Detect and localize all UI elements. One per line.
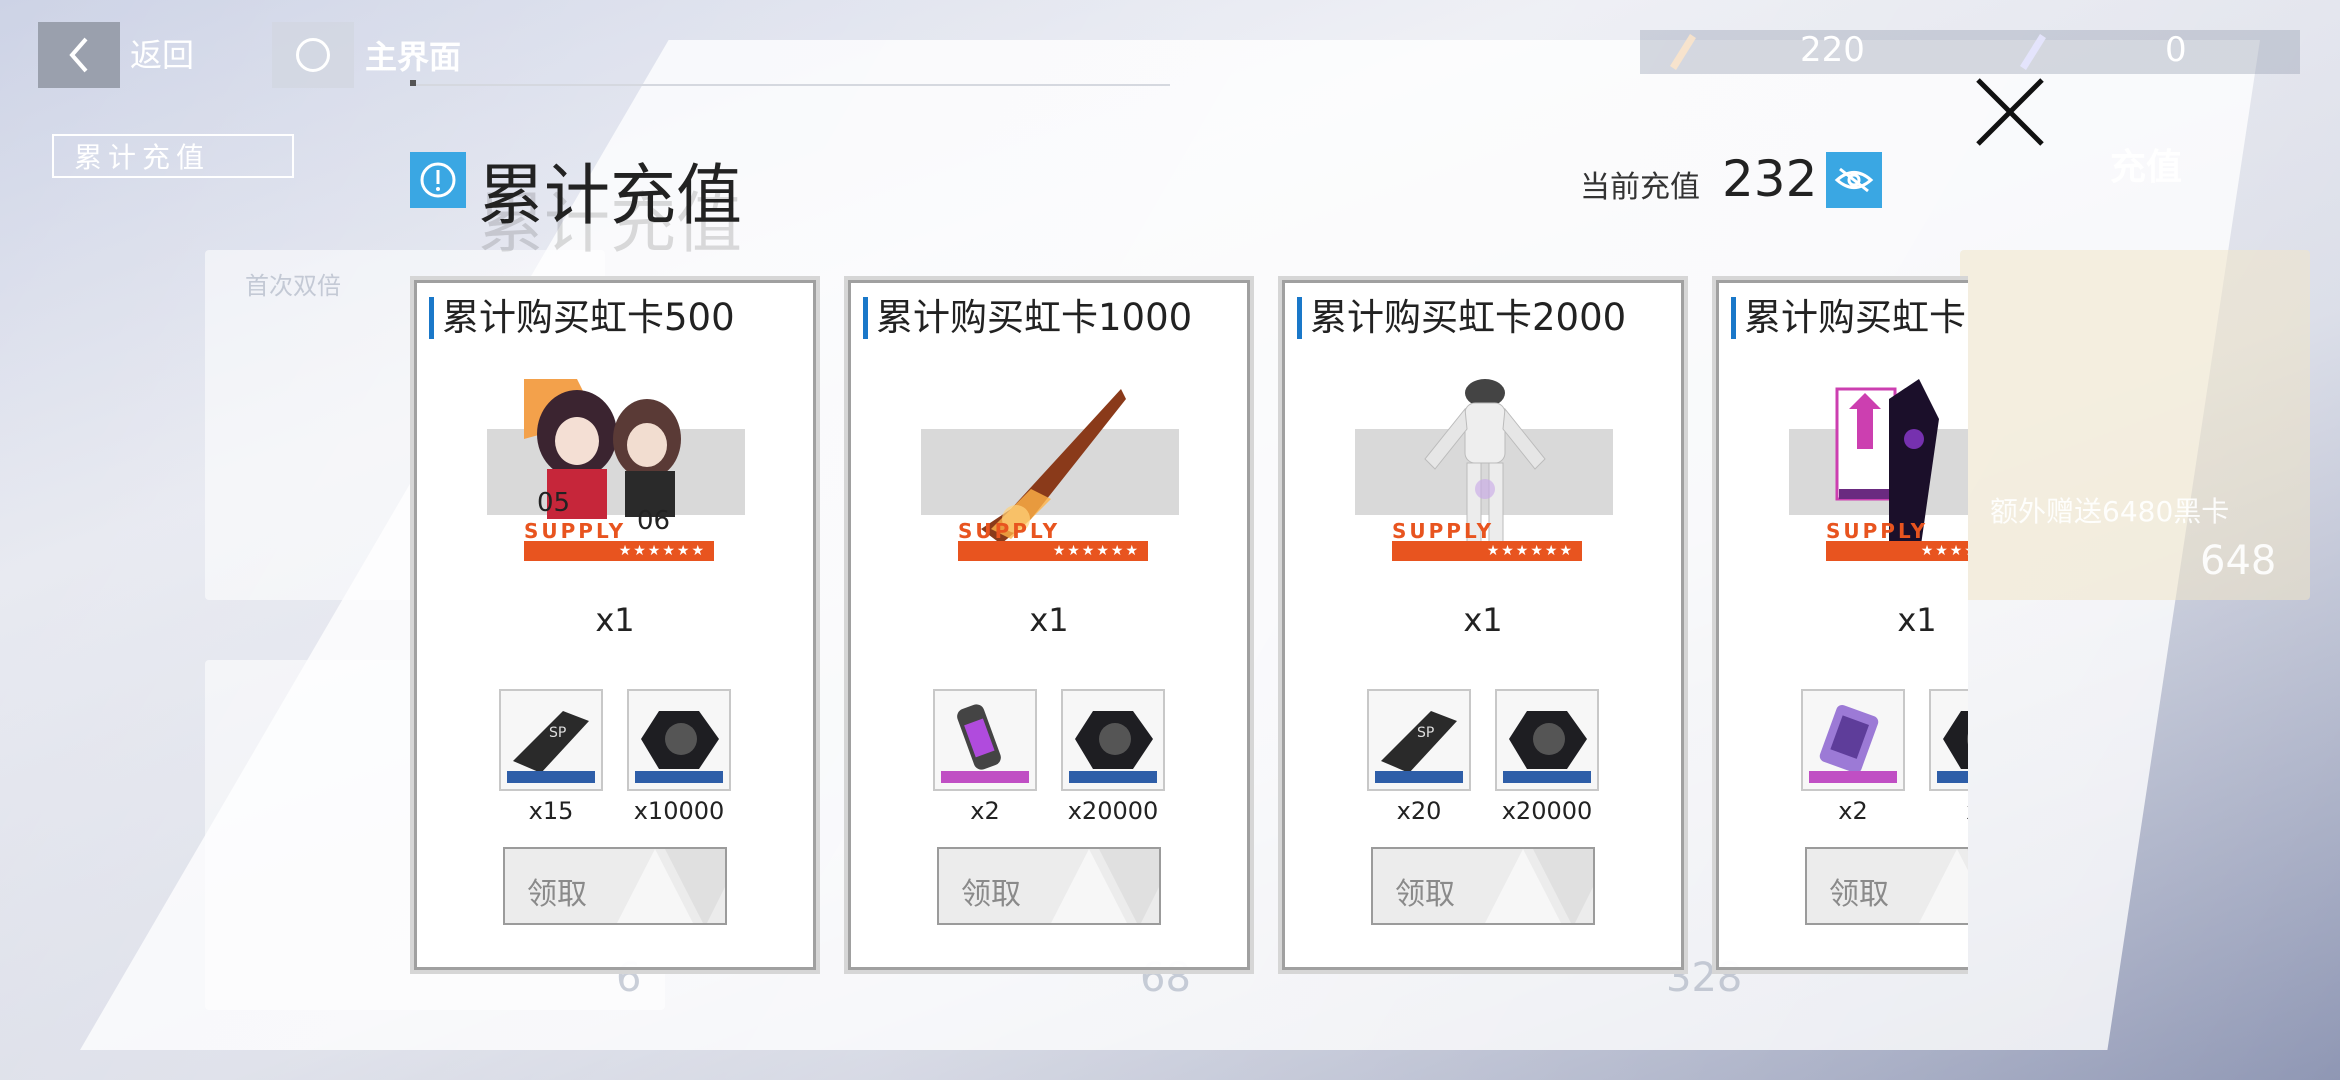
main-reward-image[interactable]: SUPPLY ★★★★★★ (921, 379, 1179, 561)
purple-capsule-icon (933, 689, 1037, 791)
main-reward-image[interactable]: SUPPLY ★★★★★★ (1355, 379, 1613, 561)
sub-reward[interactable]: SP x15 (499, 689, 603, 825)
home-button[interactable] (272, 22, 354, 88)
rarity-strip (941, 771, 1029, 783)
gear-nut-icon (1495, 689, 1599, 791)
card-title: 累计购买虹卡2000 (1297, 297, 1626, 339)
back-button[interactable] (38, 22, 120, 88)
bg-ghost-text-1: 首次双倍 (245, 272, 341, 300)
rarity-stars: ★★★★★★ (1826, 541, 1968, 561)
sub-reward[interactable]: x2 (1801, 689, 1905, 825)
sub-reward-qty: x20000 (1067, 797, 1159, 825)
card-title: 累计购买虹卡500 (429, 297, 735, 339)
claim-button[interactable]: 领取 (503, 847, 727, 925)
main-reward-qty: x1 (595, 601, 635, 639)
chevron-left-icon (69, 37, 88, 73)
claim-label: 领取 (1395, 877, 1455, 912)
claim-label: 领取 (961, 877, 1021, 912)
rarity-stars: ★★★★★★ (1392, 541, 1582, 561)
reward-card: 累计购买虹卡2000 SUPPLY ★★★★★★ x1 SP x20 x2000… (1278, 276, 1688, 974)
black-card-icon (2020, 34, 2046, 70)
claim-button[interactable]: 领取 (1371, 847, 1595, 925)
rarity-stars: ★★★★★★ (958, 541, 1148, 561)
sub-reward-qty: x2 (1929, 797, 1968, 825)
sub-reward-qty: x15 (528, 797, 574, 825)
card-title: 累计购买虹卡3 (1731, 297, 1968, 339)
current-recharge-label: 当前充值 (1580, 170, 1700, 205)
main-reward-image[interactable]: SUPPLY ★★★★★★ (1789, 379, 1968, 561)
supply-label: SUPPLY (958, 519, 1061, 543)
svg-text:05: 05 (537, 488, 570, 518)
rarity-stars: ★★★★★★ (524, 541, 714, 561)
sub-reward-qty: x2 (970, 797, 1000, 825)
main-reward-qty: x1 (1463, 601, 1503, 639)
svg-text:SP: SP (549, 725, 566, 741)
rarity-strip (635, 771, 723, 783)
side-tab-cumulative-recharge[interactable]: 累计充值 (52, 134, 294, 178)
sub-reward[interactable]: x10000 (627, 689, 731, 825)
rarity-strip (1937, 771, 1968, 783)
bg-ghost-num-1: 648 (2200, 538, 2277, 584)
supply-label: SUPPLY (524, 519, 627, 543)
reward-card-list[interactable]: 累计购买虹卡500 05 06 SUPPLY ★★★★★★ x1 SP x15 … (408, 276, 1968, 976)
page-title: 累计充值 (478, 157, 742, 234)
reward-card: 累计购买虹卡500 05 06 SUPPLY ★★★★★★ x1 SP x15 … (410, 276, 820, 974)
rarity-strip (1503, 771, 1591, 783)
svg-text:06: 06 (637, 506, 670, 536)
eye-off-icon (1834, 167, 1874, 193)
main-reward-qty: x1 (1897, 601, 1937, 639)
rainbow-card-icon (1670, 34, 1696, 70)
claim-button[interactable]: 领取 (1805, 847, 1968, 925)
sub-reward[interactable]: x20000 (1495, 689, 1599, 825)
currency-1-value: 220 (1800, 30, 1865, 70)
recharge-tab[interactable]: 充值 (2110, 138, 2182, 190)
progress-track (410, 84, 1170, 86)
home-label[interactable]: 主界面 (365, 32, 461, 78)
reward-card: 累计购买虹卡1000 SUPPLY ★★★★★★ x1 x2 x20000 领取 (844, 276, 1254, 974)
main-reward-image[interactable]: 05 06 SUPPLY ★★★★★★ (487, 379, 745, 561)
current-recharge-value: 232 (1722, 150, 1818, 208)
main-reward-qty: x1 (1029, 601, 1069, 639)
hide-toggle-button[interactable] (1826, 152, 1882, 208)
claim-label: 领取 (527, 877, 587, 912)
bg-ghost-text-2: 额外赠送6480黑卡 (1990, 495, 2230, 528)
gear-nut-icon (1929, 689, 1968, 791)
card-title: 累计购买虹卡1000 (863, 297, 1192, 339)
rarity-strip (1375, 771, 1463, 783)
sub-reward-qty: x20 (1396, 797, 1442, 825)
currency-2-value: 0 (2165, 30, 2187, 70)
reward-card: 累计购买虹卡3 SUPPLY ★★★★★★ x1 x2 (1712, 276, 1968, 974)
sub-reward-qty: x10000 (633, 797, 725, 825)
claim-label: 领取 (1829, 877, 1889, 912)
sub-reward[interactable]: SP x20 (1367, 689, 1471, 825)
sub-reward[interactable]: x2 (933, 689, 1037, 825)
rarity-strip (1069, 771, 1157, 783)
rarity-strip (1809, 771, 1897, 783)
supply-label: SUPPLY (1392, 519, 1495, 543)
gear-nut-icon (1061, 689, 1165, 791)
gear-nut-icon (627, 689, 731, 791)
currency-bar (1640, 30, 2300, 74)
svg-text:SP: SP (1417, 725, 1434, 741)
sub-reward-qty: x2 (1838, 797, 1868, 825)
sub-reward[interactable]: x2 (1929, 689, 1968, 825)
supply-label: SUPPLY (1826, 519, 1929, 543)
purple-module-icon (1801, 689, 1905, 791)
sub-reward-qty: x20000 (1501, 797, 1593, 825)
back-label[interactable]: 返回 (130, 30, 194, 76)
sub-reward[interactable]: x20000 (1061, 689, 1165, 825)
progress-indicator (410, 80, 416, 86)
rarity-strip (507, 771, 595, 783)
sp-card-icon: SP (499, 689, 603, 791)
home-circle-icon (296, 38, 330, 72)
sp-card-icon: SP (1367, 689, 1471, 791)
close-icon[interactable] (1972, 74, 2048, 150)
claim-button[interactable]: 领取 (937, 847, 1161, 925)
info-icon (410, 152, 466, 208)
